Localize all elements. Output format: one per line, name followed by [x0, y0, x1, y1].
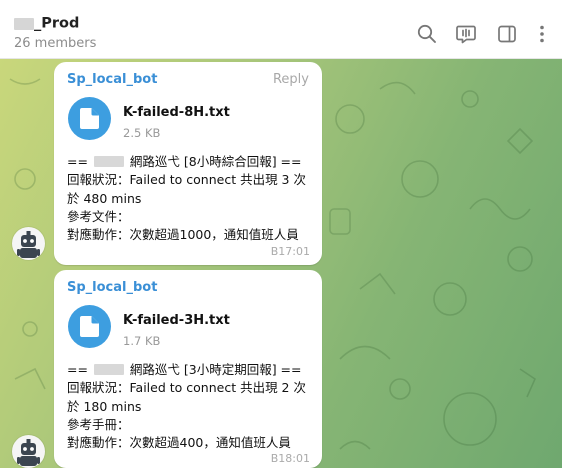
- message-text: == 網路巡弋 [8小時綜合回報] == 回報狀況：Failed to conn…: [67, 154, 306, 243]
- file-name[interactable]: K-failed-3H.txt: [123, 313, 230, 328]
- member-count: 26 members: [14, 36, 97, 51]
- robot-icon: [17, 439, 40, 466]
- file-download-button[interactable]: [68, 97, 111, 140]
- message-bubble[interactable]: Sp_local_bot Reply K-failed-8H.txt 2.5 K…: [54, 62, 322, 265]
- avatar[interactable]: [12, 435, 45, 468]
- chat-header: _Prod 26 members: [0, 0, 562, 59]
- document-icon: [80, 108, 99, 129]
- message-timestamp: B18:01: [270, 452, 310, 465]
- more-vertical-icon[interactable]: [531, 23, 553, 45]
- message-bubble[interactable]: Sp_local_bot K-failed-3H.txt 1.7 KB == 網…: [54, 270, 322, 468]
- robot-icon: [17, 231, 40, 258]
- chat-title-wrap[interactable]: _Prod: [14, 13, 79, 32]
- video-chat-icon[interactable]: [455, 23, 477, 45]
- file-size: 2.5 KB: [123, 126, 161, 140]
- document-icon: [80, 316, 99, 337]
- message-sender[interactable]: Sp_local_bot: [67, 280, 157, 295]
- sidebar-toggle-icon[interactable]: [496, 23, 518, 45]
- file-download-button[interactable]: [68, 305, 111, 348]
- file-name[interactable]: K-failed-8H.txt: [123, 105, 230, 120]
- redacted-block: [93, 156, 124, 167]
- search-icon[interactable]: [416, 23, 438, 45]
- chat-area[interactable]: Sp_local_bot Reply K-failed-8H.txt 2.5 K…: [0, 59, 562, 468]
- chat-title: _Prod: [34, 15, 80, 32]
- message-timestamp: B17:01: [270, 245, 310, 258]
- redacted-block: [93, 364, 124, 375]
- redacted-block: [14, 17, 34, 30]
- message-text: == 網路巡弋 [3小時定期回報] == 回報狀況：Failed to conn…: [67, 362, 306, 451]
- file-size: 1.7 KB: [123, 334, 161, 348]
- avatar[interactable]: [12, 227, 45, 260]
- message-sender[interactable]: Sp_local_bot: [67, 72, 157, 87]
- reply-button[interactable]: Reply: [273, 72, 309, 87]
